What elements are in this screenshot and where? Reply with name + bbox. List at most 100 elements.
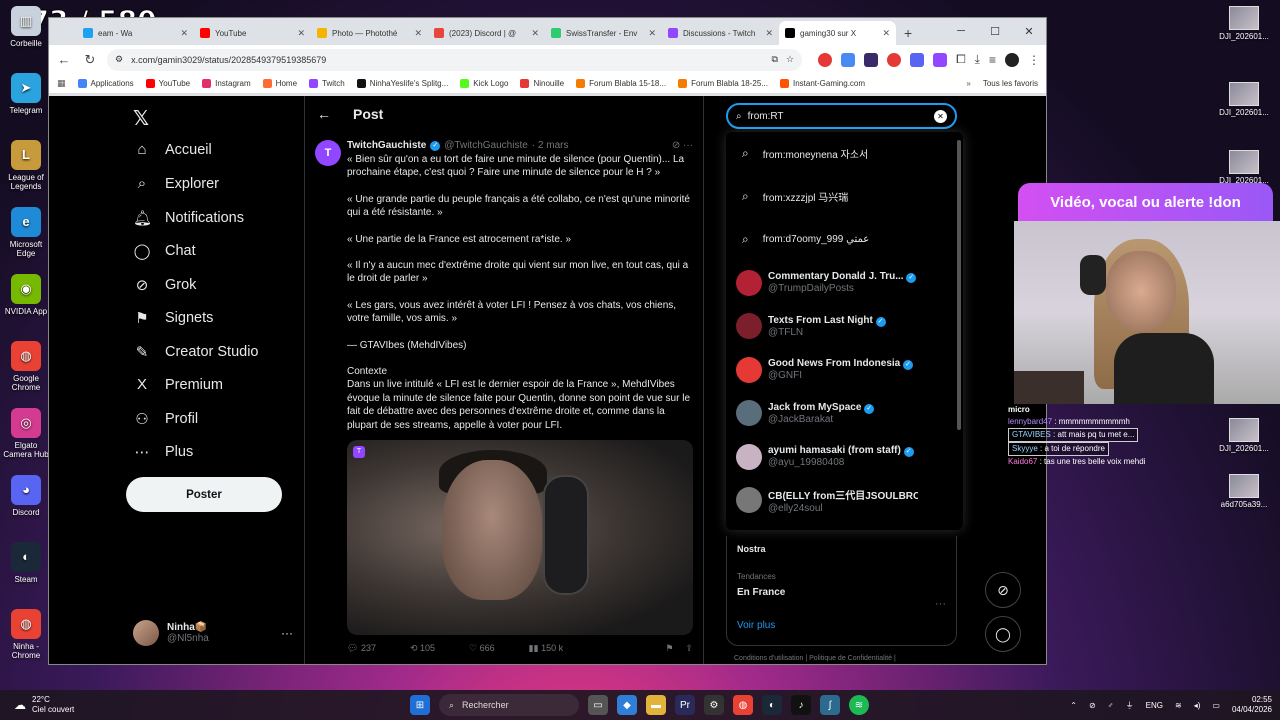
- desktop-icon[interactable]: ◕ Discord: [2, 475, 50, 517]
- close-window-icon[interactable]: ✕: [1012, 18, 1046, 44]
- bookmark-item[interactable]: Home: [262, 79, 297, 88]
- clock[interactable]: 02:55 04/04/2026: [1232, 695, 1272, 715]
- reload-icon[interactable]: ↻: [81, 52, 99, 68]
- wifi-icon[interactable]: ≋: [1175, 701, 1182, 710]
- views-button[interactable]: ▮▮ 150 k: [529, 643, 563, 654]
- grok-icon[interactable]: ⊘: [672, 140, 680, 151]
- trend-top-item[interactable]: Nostra: [737, 544, 946, 554]
- desktop-icon[interactable]: ◐ Steam: [2, 542, 50, 584]
- nav-item-grok[interactable]: ⊘ Grok: [133, 276, 197, 294]
- tab-close-icon[interactable]: ✕: [180, 28, 188, 39]
- desktop-file[interactable]: DJI_202601...: [1214, 150, 1274, 185]
- account-suggestion[interactable]: Scenes From Imaginary Films ✓: [726, 522, 963, 530]
- bookmark-icon[interactable]: ⚑: [665, 643, 673, 654]
- chat-username[interactable]: lennybard47: [1008, 417, 1052, 426]
- tweet-video[interactable]: T: [347, 440, 693, 635]
- nav-item-accueil[interactable]: ⌂ Accueil: [133, 141, 211, 158]
- battery-icon[interactable]: ▭: [1212, 701, 1220, 710]
- all-bookmarks[interactable]: Tous les favoris: [983, 79, 1038, 88]
- more-icon[interactable]: ···: [935, 598, 946, 610]
- search-suggestion[interactable]: ⌕ from:xzzzjpl 马兴瑞: [726, 175, 963, 218]
- address-bar[interactable]: ⚙ x.com/gamin3029/status/202854937951938…: [107, 48, 803, 71]
- file-explorer-icon[interactable]: ▬: [646, 695, 666, 715]
- extension-icon[interactable]: [887, 52, 902, 67]
- twitch-avatar-icon[interactable]: T: [315, 140, 341, 166]
- windows-start-icon[interactable]: ⊞: [410, 695, 430, 715]
- back-arrow-icon[interactable]: ←: [317, 106, 331, 122]
- extension-icon[interactable]: [841, 52, 856, 67]
- tab-close-icon[interactable]: ✕: [414, 28, 422, 39]
- browser-tab[interactable]: YouTube ✕: [194, 21, 311, 45]
- account-suggestion[interactable]: Good News From Indonesia ✓ @GNFI: [726, 348, 963, 392]
- author-handle[interactable]: @TwitchGauchiste: [444, 140, 528, 151]
- dropdown-scrollbar[interactable]: [957, 140, 961, 430]
- author-name[interactable]: TwitchGauchiste: [347, 140, 426, 151]
- nav-item-explorer[interactable]: ⌕ Explorer: [133, 175, 219, 192]
- star-icon[interactable]: ☆: [786, 54, 794, 65]
- media-icon[interactable]: ≡: [989, 53, 996, 67]
- nav-item-notifications[interactable]: 🔔︎ Notifications: [133, 209, 244, 227]
- nav-item-profil[interactable]: ⚇ Profil: [133, 410, 198, 428]
- bookmark-item[interactable]: Twitch: [309, 79, 345, 88]
- nav-item-creator-studio[interactable]: ✎ Creator Studio: [133, 343, 259, 361]
- chat-username[interactable]: Kaido67: [1008, 457, 1037, 466]
- tray-expand-icon[interactable]: ⌃: [1070, 701, 1077, 710]
- bookmark-item[interactable]: YouTube: [145, 79, 190, 88]
- post-button[interactable]: Poster: [126, 477, 282, 512]
- nav-item-chat[interactable]: ◯ Chat: [133, 242, 196, 260]
- chrome-icon[interactable]: ◍: [733, 695, 753, 715]
- spotify-icon[interactable]: ≋: [849, 695, 869, 715]
- bookmark-item[interactable]: Ninouille: [520, 79, 564, 88]
- usb-icon[interactable]: ⏚: [1126, 700, 1134, 711]
- browser-tab[interactable]: SwissTransfer - Env ✕: [545, 21, 662, 45]
- bookmark-item[interactable]: NinhaYeslife's Splitg...: [356, 79, 448, 88]
- site-info-icon[interactable]: ⚙: [115, 54, 123, 65]
- browser-tab[interactable]: Discussions - Twitch ✕: [662, 21, 779, 45]
- desktop-file[interactable]: DJI_202601...: [1214, 82, 1274, 117]
- extension-icon[interactable]: [933, 52, 948, 67]
- extension-icon[interactable]: [910, 52, 925, 67]
- trend-name[interactable]: En France: [737, 587, 946, 598]
- cast-icon[interactable]: ⧉: [772, 54, 778, 65]
- more-icon[interactable]: ···: [683, 140, 693, 151]
- apps-grid-icon[interactable]: ▦: [57, 78, 66, 89]
- desktop-icon[interactable]: ◍ Ninha - Chrome: [2, 609, 50, 660]
- bookmark-item[interactable]: Instant-Gaming.com: [780, 79, 865, 88]
- app-icon[interactable]: ∫: [820, 695, 840, 715]
- bookmark-item[interactable]: Instagram: [202, 79, 251, 88]
- settings-icon[interactable]: ⚙: [704, 695, 724, 715]
- nav-item-premium[interactable]: X Premium: [133, 376, 223, 393]
- desktop-icon[interactable]: ◎ Elgato Camera Hub: [2, 408, 50, 459]
- tab-close-icon[interactable]: ✕: [648, 28, 656, 39]
- chat-username[interactable]: Skyyye: [1012, 444, 1038, 453]
- search-suggestion[interactable]: ⌕ from:moneynena 자소서: [726, 132, 963, 175]
- bookmark-item[interactable]: Forum Blabla 18-25...: [678, 79, 768, 88]
- bookmark-item[interactable]: Applications: [77, 79, 134, 88]
- menu-icon[interactable]: ⋮: [1028, 53, 1040, 67]
- footer-links[interactable]: Conditions d'utilisation | Politique de …: [734, 655, 896, 662]
- account-suggestion[interactable]: Texts From Last Night ✓ @TFLN: [726, 305, 963, 349]
- profile-avatar-icon[interactable]: [1005, 52, 1019, 67]
- back-icon[interactable]: ←: [55, 52, 73, 67]
- task-view-icon[interactable]: ▭: [588, 695, 608, 715]
- more-icon[interactable]: ···: [281, 626, 293, 640]
- taskbar-search[interactable]: ⌕ Rechercher: [439, 694, 579, 716]
- account-suggestion[interactable]: CB(ELLY from三代目JSOULBRO... ✓@elly24soul: [726, 479, 963, 523]
- browser-tab[interactable]: (2023) Discord | @ ✕: [428, 21, 545, 45]
- microphone-icon[interactable]: ♂: [1108, 701, 1114, 710]
- weather-widget[interactable]: ☁ 22°C Ciel couvert: [14, 695, 74, 715]
- puzzle-icon[interactable]: ⧠: [956, 52, 966, 67]
- desktop-icon[interactable]: ◉ NVIDIA App: [2, 274, 50, 316]
- extension-icon[interactable]: [864, 52, 879, 67]
- desktop-icon[interactable]: ◍ Google Chrome: [2, 341, 50, 392]
- tiktok-icon[interactable]: ♪: [791, 695, 811, 715]
- browser-tab[interactable]: gaming30 sur X ✕: [779, 21, 896, 45]
- tab-close-icon[interactable]: ✕: [297, 28, 305, 39]
- search-suggestion[interactable]: ⌕ from:d7oomy_999 عمتي: [726, 218, 963, 261]
- volume-icon[interactable]: ◂): [1194, 701, 1201, 710]
- bookmark-item[interactable]: Kick Logo: [460, 79, 508, 88]
- download-icon[interactable]: ⤓: [975, 52, 980, 67]
- premiere-icon[interactable]: Pr: [675, 695, 695, 715]
- reply-button[interactable]: 💬︎ 237: [347, 643, 376, 654]
- language-indicator[interactable]: ENG: [1146, 701, 1163, 710]
